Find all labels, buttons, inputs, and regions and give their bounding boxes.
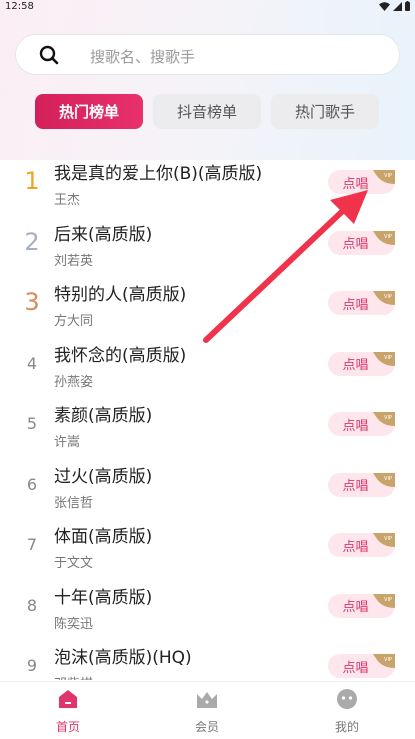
song-rank: 7 [26, 535, 38, 554]
sing-button-label: 点唱 [342, 660, 369, 676]
status-time: 12:58 [5, 1, 34, 12]
song-row[interactable]: 8 十年(高质版) 陈奕迅 点唱 VIP [0, 574, 415, 634]
song-rank: 4 [26, 353, 38, 373]
sing-button-label: 点唱 [342, 600, 369, 615]
wifi-icon [379, 1, 390, 11]
vip-badge-icon: VIP [373, 472, 395, 487]
vip-badge-icon: VIP [373, 533, 395, 547]
song-title: 过火(高质版) [54, 466, 153, 487]
song-artist: 刘若英 [54, 253, 94, 269]
sing-button[interactable]: 点唱 VIP [328, 593, 395, 618]
song-rank: 1 [24, 167, 40, 195]
nav-profile[interactable]: 我的 [307, 688, 387, 735]
tab-hot-singers[interactable]: 热门歌手 [271, 94, 379, 129]
song-title: 十年(高质版) [54, 587, 153, 608]
bottom-nav: 首页 会员 我的 [0, 681, 415, 739]
vip-badge-icon: VIP [373, 412, 395, 426]
song-row[interactable]: 4 我怀念的(高质版) 孙燕姿 点唱 VIP [0, 332, 415, 392]
vip-badge-label: VIP [384, 294, 392, 300]
song-artist: 许嵩 [54, 435, 81, 450]
sing-button[interactable]: 点唱 VIP [328, 533, 395, 557]
song-title: 我怀念的(高质版) [54, 345, 187, 366]
song-title: 体面(高质版) [54, 527, 153, 547]
song-rank: 5 [26, 414, 38, 433]
song-title: 素颜(高质版) [54, 406, 153, 426]
sing-button-label: 点唱 [342, 539, 369, 555]
nav-home[interactable]: 首页 [28, 688, 108, 735]
sing-button[interactable]: 点唱 VIP [328, 472, 395, 497]
sing-button-label: 点唱 [342, 237, 369, 252]
song-title: 特别的人(高质版) [54, 285, 187, 305]
vip-badge-label: VIP [384, 415, 392, 421]
song-artist: 张信哲 [54, 495, 94, 511]
sing-button[interactable]: 点唱 VIP [328, 412, 395, 436]
sing-button-label: 点唱 [342, 479, 369, 494]
sing-button-label: 点唱 [342, 418, 369, 434]
song-row[interactable]: 9 泡沫(高质版)(HQ) 邓紫棋 点唱 VIP [0, 634, 415, 680]
song-rank: 9 [26, 656, 38, 675]
song-title: 我是真的爱上你(B)(高质版) [54, 164, 263, 184]
vip-badge-icon: VIP [373, 170, 395, 184]
song-row[interactable]: 6 过火(高质版) 张信哲 点唱 VIP [0, 453, 415, 513]
nav-vip-label: 会员 [194, 720, 219, 734]
vip-badge-icon: VIP [373, 593, 395, 608]
song-artist: 于文文 [54, 556, 94, 571]
song-artist: 邓紫棋 [54, 673, 93, 680]
song-list: 1 我是真的爱上你(B)(高质版) 王杰 点唱 VIP 2 后来(高质版) 刘若英 点唱 VIP 3… [0, 150, 415, 680]
status-bar: 12:58 [0, 0, 415, 14]
vip-badge-label: VIP [384, 173, 392, 179]
vip-badge-label: VIP [384, 476, 392, 482]
header-background [0, 0, 415, 160]
song-title: 泡沫(高质版)(HQ) [54, 648, 192, 668]
profile-icon [337, 689, 357, 709]
song-row[interactable]: 7 体面(高质版) 于文文 点唱 VIP [0, 513, 415, 573]
sing-button[interactable]: 点唱 VIP [328, 230, 395, 255]
vip-badge-label: VIP [384, 597, 392, 603]
status-icons [379, 1, 410, 11]
nav-home-label: 首页 [55, 720, 80, 734]
sing-button[interactable]: 点唱 VIP [328, 170, 395, 194]
song-rank: 3 [24, 288, 40, 316]
search-input[interactable]: 搜歌名、搜歌手 [90, 46, 195, 67]
song-rank: 6 [26, 474, 38, 494]
search-bar[interactable]: 搜歌名、搜歌手 [15, 34, 400, 75]
vip-badge-icon: VIP [373, 291, 395, 305]
vip-badge-label: VIP [384, 657, 392, 663]
song-row[interactable]: 1 我是真的爱上你(B)(高质版) 王杰 点唱 VIP [0, 150, 415, 210]
tab-douyin-chart[interactable]: 抖音榜单 [153, 94, 261, 129]
vip-badge-icon: VIP [373, 654, 395, 668]
signal-icon [393, 1, 402, 11]
song-artist: 孙燕姿 [54, 374, 94, 390]
sing-button-label: 点唱 [342, 358, 369, 373]
vip-badge-icon: VIP [373, 351, 395, 366]
song-title: 后来(高质版) [54, 224, 153, 245]
sing-button[interactable]: 点唱 VIP [328, 291, 395, 315]
vip-badge-label: VIP [384, 536, 392, 542]
sing-button-label: 点唱 [342, 297, 369, 313]
nav-profile-label: 我的 [334, 720, 359, 734]
nav-vip[interactable]: 会员 [167, 688, 247, 735]
battery-icon [405, 1, 410, 11]
vip-badge-icon: VIP [373, 230, 395, 245]
crown-icon [197, 692, 217, 708]
song-row[interactable]: 3 特别的人(高质版) 方大同 点唱 VIP [0, 271, 415, 331]
sing-button-label: 点唱 [342, 176, 369, 192]
vip-badge-label: VIP [384, 234, 392, 240]
song-rank: 8 [26, 595, 38, 615]
song-rank: 2 [24, 227, 40, 256]
song-artist: 方大同 [54, 314, 94, 329]
sing-button[interactable]: 点唱 VIP [328, 351, 395, 376]
song-row[interactable]: 5 素颜(高质版) 许嵩 点唱 VIP [0, 392, 415, 452]
tab-hot-chart[interactable]: 热门榜单 [35, 94, 143, 129]
song-artist: 陈奕迅 [54, 616, 94, 632]
home-icon [59, 690, 77, 708]
song-row[interactable]: 2 后来(高质版) 刘若英 点唱 VIP [0, 211, 415, 271]
vip-badge-label: VIP [384, 355, 392, 361]
sing-button[interactable]: 点唱 VIP [328, 654, 395, 678]
search-icon [39, 45, 59, 65]
song-artist: 王杰 [54, 193, 81, 208]
